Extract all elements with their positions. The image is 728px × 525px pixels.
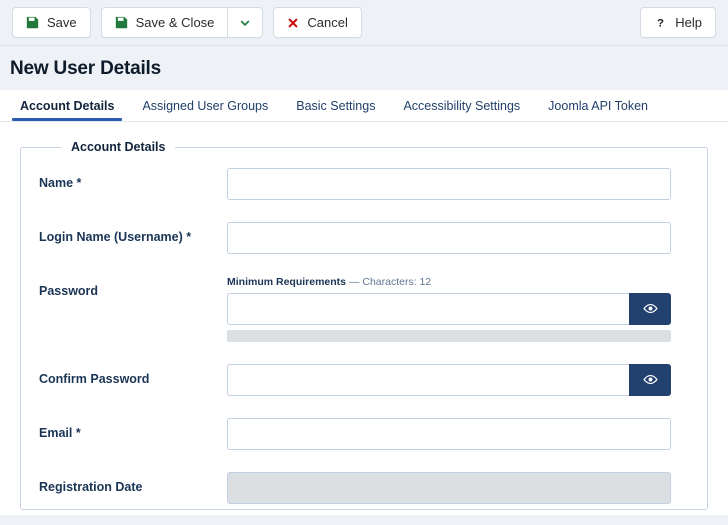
login-name-input[interactable] [227, 222, 671, 254]
field-row-confirm-password: Confirm Password [39, 363, 689, 396]
floppy-disk-icon [115, 16, 128, 29]
password-strength-meter [227, 329, 671, 342]
cancel-button-label: Cancel [307, 15, 348, 30]
email-label: Email * [39, 425, 81, 440]
help-button-label: Help [675, 15, 702, 30]
tab-label: Account Details [20, 98, 115, 113]
toolbar-left-group: Save Save & Close Cancel [12, 7, 362, 38]
tab-label: Basic Settings [296, 98, 376, 113]
toolbar-right-group: ? Help [640, 7, 716, 38]
tab-assigned-user-groups[interactable]: Assigned User Groups [128, 90, 282, 121]
password-visibility-toggle-button[interactable] [629, 292, 671, 325]
field-row-registration-date: Registration Date [39, 471, 689, 504]
field-row-name: Name * [39, 168, 689, 200]
field-row-login-name: Login Name (Username) * [39, 222, 689, 254]
password-input-group [227, 292, 671, 325]
toolbar: Save Save & Close Cancel ? Help [0, 0, 728, 46]
save-button-label: Save [47, 15, 77, 30]
tab-accessibility-settings[interactable]: Accessibility Settings [389, 90, 534, 121]
registration-date-control [227, 471, 671, 504]
tab-basic-settings[interactable]: Basic Settings [282, 90, 389, 121]
tab-joomla-api-token[interactable]: Joomla API Token [534, 90, 662, 121]
svg-text:?: ? [657, 18, 664, 29]
email-input[interactable] [227, 417, 671, 450]
save-and-close-button[interactable]: Save & Close [100, 7, 228, 38]
login-name-control [227, 222, 671, 254]
confirm-password-control [227, 363, 671, 396]
password-hint-detail: — Characters: 12 [346, 276, 432, 288]
email-control [227, 417, 671, 450]
save-close-split-button: Save & Close [100, 7, 264, 38]
registration-date-label: Registration Date [39, 479, 143, 494]
tab-label: Joomla API Token [548, 98, 649, 113]
tab-account-details[interactable]: Account Details [6, 90, 128, 121]
password-hint-title: Minimum Requirements [227, 276, 347, 288]
fieldset-legend: Account Details [71, 140, 166, 154]
confirm-password-visibility-toggle-button[interactable] [629, 363, 671, 396]
password-requirements-hint: Minimum Requirements — Characters: 12 [227, 276, 671, 289]
name-label: Name * [39, 176, 82, 190]
password-input[interactable] [227, 292, 629, 325]
question-mark-icon: ? [654, 16, 667, 29]
tab-label: Accessibility Settings [403, 98, 521, 113]
x-mark-icon [287, 17, 299, 29]
page-title: New User Details [10, 58, 161, 79]
registration-date-input [227, 471, 671, 504]
eye-icon [642, 372, 658, 387]
save-options-dropdown-toggle[interactable] [227, 7, 264, 38]
account-details-fieldset: Account Details Name * Login Name (Usern… [20, 140, 708, 510]
password-label: Password [39, 284, 99, 298]
tab-label: Assigned User Groups [142, 98, 269, 113]
password-control: Minimum Requirements — Characters: 12 [227, 276, 671, 342]
name-input[interactable] [227, 168, 671, 200]
name-control [227, 168, 671, 200]
field-row-password: Password Minimum Requirements — Characte… [39, 276, 689, 342]
login-name-label: Login Name (Username) * [39, 230, 192, 244]
chevron-down-icon [239, 17, 251, 29]
cancel-button[interactable]: Cancel [273, 7, 362, 38]
help-button[interactable]: ? Help [640, 7, 716, 38]
save-button[interactable]: Save [12, 7, 91, 38]
account-details-panel: Account Details Name * Login Name (Usern… [0, 122, 728, 515]
confirm-password-input-group [227, 363, 671, 396]
confirm-password-input[interactable] [227, 363, 629, 396]
tab-bar: Account Details Assigned User Groups Bas… [0, 90, 728, 122]
page-header: New User Details [0, 46, 728, 90]
eye-icon [642, 301, 658, 316]
confirm-password-label: Confirm Password [39, 371, 150, 386]
save-and-close-label: Save & Close [135, 15, 215, 30]
field-row-email: Email * [39, 417, 689, 450]
floppy-disk-icon [26, 16, 39, 29]
